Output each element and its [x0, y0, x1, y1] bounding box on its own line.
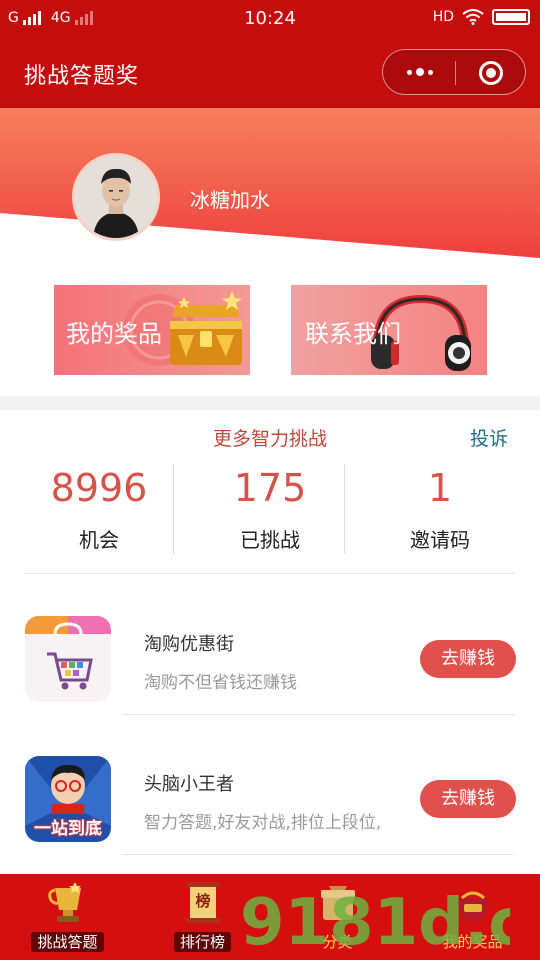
- tab-ranking[interactable]: 榜 排行榜: [135, 874, 270, 960]
- capsule-divider: [455, 61, 456, 85]
- app-icon-text: 一站到底: [34, 819, 102, 839]
- earn-money-button[interactable]: 去赚钱: [420, 780, 516, 818]
- app-desc: 智力答题,好友对战,排位上段位,: [144, 813, 382, 833]
- stat-challenged: 175 已挑战: [185, 466, 355, 553]
- section-divider: [25, 573, 515, 574]
- tab-label: 我的奖品: [442, 933, 503, 951]
- ranking-icon-text: 榜: [195, 892, 211, 910]
- my-prizes-label: 我的奖品: [66, 320, 162, 348]
- stat-value: 175: [233, 466, 307, 510]
- tab-bar: 挑战答题 榜 排行榜 分类 我的奖品: [0, 874, 540, 960]
- stat-divider: [344, 464, 345, 554]
- stat-label: 机会: [79, 528, 119, 552]
- contact-us-label: 联系我们: [305, 320, 401, 348]
- tab-category[interactable]: 分类: [270, 874, 405, 960]
- stat-label: 已挑战: [240, 528, 300, 552]
- wifi-icon: [462, 9, 484, 25]
- tab-challenge[interactable]: 挑战答题: [0, 874, 135, 960]
- main-panel: 更多智力挑战 投诉 8996 机会 175 已挑战 1 邀请码 淘购优惠街 淘购…: [0, 410, 540, 874]
- my-prizes-card[interactable]: 我的奖品: [54, 285, 250, 375]
- complain-link[interactable]: 投诉: [470, 424, 508, 451]
- avatar[interactable]: [72, 153, 160, 241]
- gift-bag-icon: [458, 891, 488, 922]
- profile-banner: 冰糖加水 我的奖品 联系我们: [0, 108, 540, 396]
- earn-money-button[interactable]: 去赚钱: [420, 640, 516, 678]
- stat-chances: 8996 机会: [14, 466, 184, 553]
- app-name: 淘购优惠街: [144, 634, 234, 655]
- nav-bar: 挑战答题奖: [0, 38, 540, 108]
- app-name: 头脑小王者: [144, 774, 234, 795]
- page-title: 挑战答题奖: [24, 64, 140, 89]
- row-divider: [122, 714, 515, 715]
- quiz-game-icon: 一站到底: [25, 756, 111, 842]
- stat-invite-code: 1 邀请码: [355, 466, 525, 553]
- stat-divider: [173, 464, 174, 554]
- miniapp-capsule: [382, 49, 526, 95]
- list-item[interactable]: 淘购优惠街 淘购不但省钱还赚钱 去赚钱: [0, 610, 540, 750]
- shopping-cart-icon: [25, 616, 111, 702]
- target-icon[interactable]: [479, 61, 503, 85]
- tab-label: 分类: [322, 933, 353, 951]
- contact-us-card[interactable]: 联系我们: [291, 285, 487, 375]
- user-name: 冰糖加水: [190, 188, 270, 212]
- more-challenges-link[interactable]: 更多智力挑战: [0, 424, 540, 451]
- tab-label: 挑战答题: [31, 932, 104, 952]
- hd-label: HD: [432, 9, 454, 25]
- tab-label: 排行榜: [173, 932, 231, 952]
- more-dots-icon[interactable]: [403, 60, 437, 84]
- row-divider: [122, 854, 515, 855]
- status-right: HD: [433, 9, 530, 25]
- stat-value: 1: [427, 466, 453, 510]
- status-bar: G 4G 10:24 HD: [0, 0, 540, 38]
- avatar-photo: [75, 156, 157, 238]
- tab-my-prizes[interactable]: 我的奖品: [405, 874, 540, 960]
- stat-label: 邀请码: [410, 528, 470, 552]
- app-desc: 淘购不但省钱还赚钱: [144, 673, 297, 693]
- category-icon: [321, 886, 355, 920]
- stat-value: 8996: [50, 466, 148, 510]
- trophy-icon: [48, 882, 81, 922]
- list-item[interactable]: 一站到底 头脑小王者 智力答题,好友对战,排位上段位, 去赚钱: [0, 750, 540, 890]
- battery-icon: [492, 9, 530, 25]
